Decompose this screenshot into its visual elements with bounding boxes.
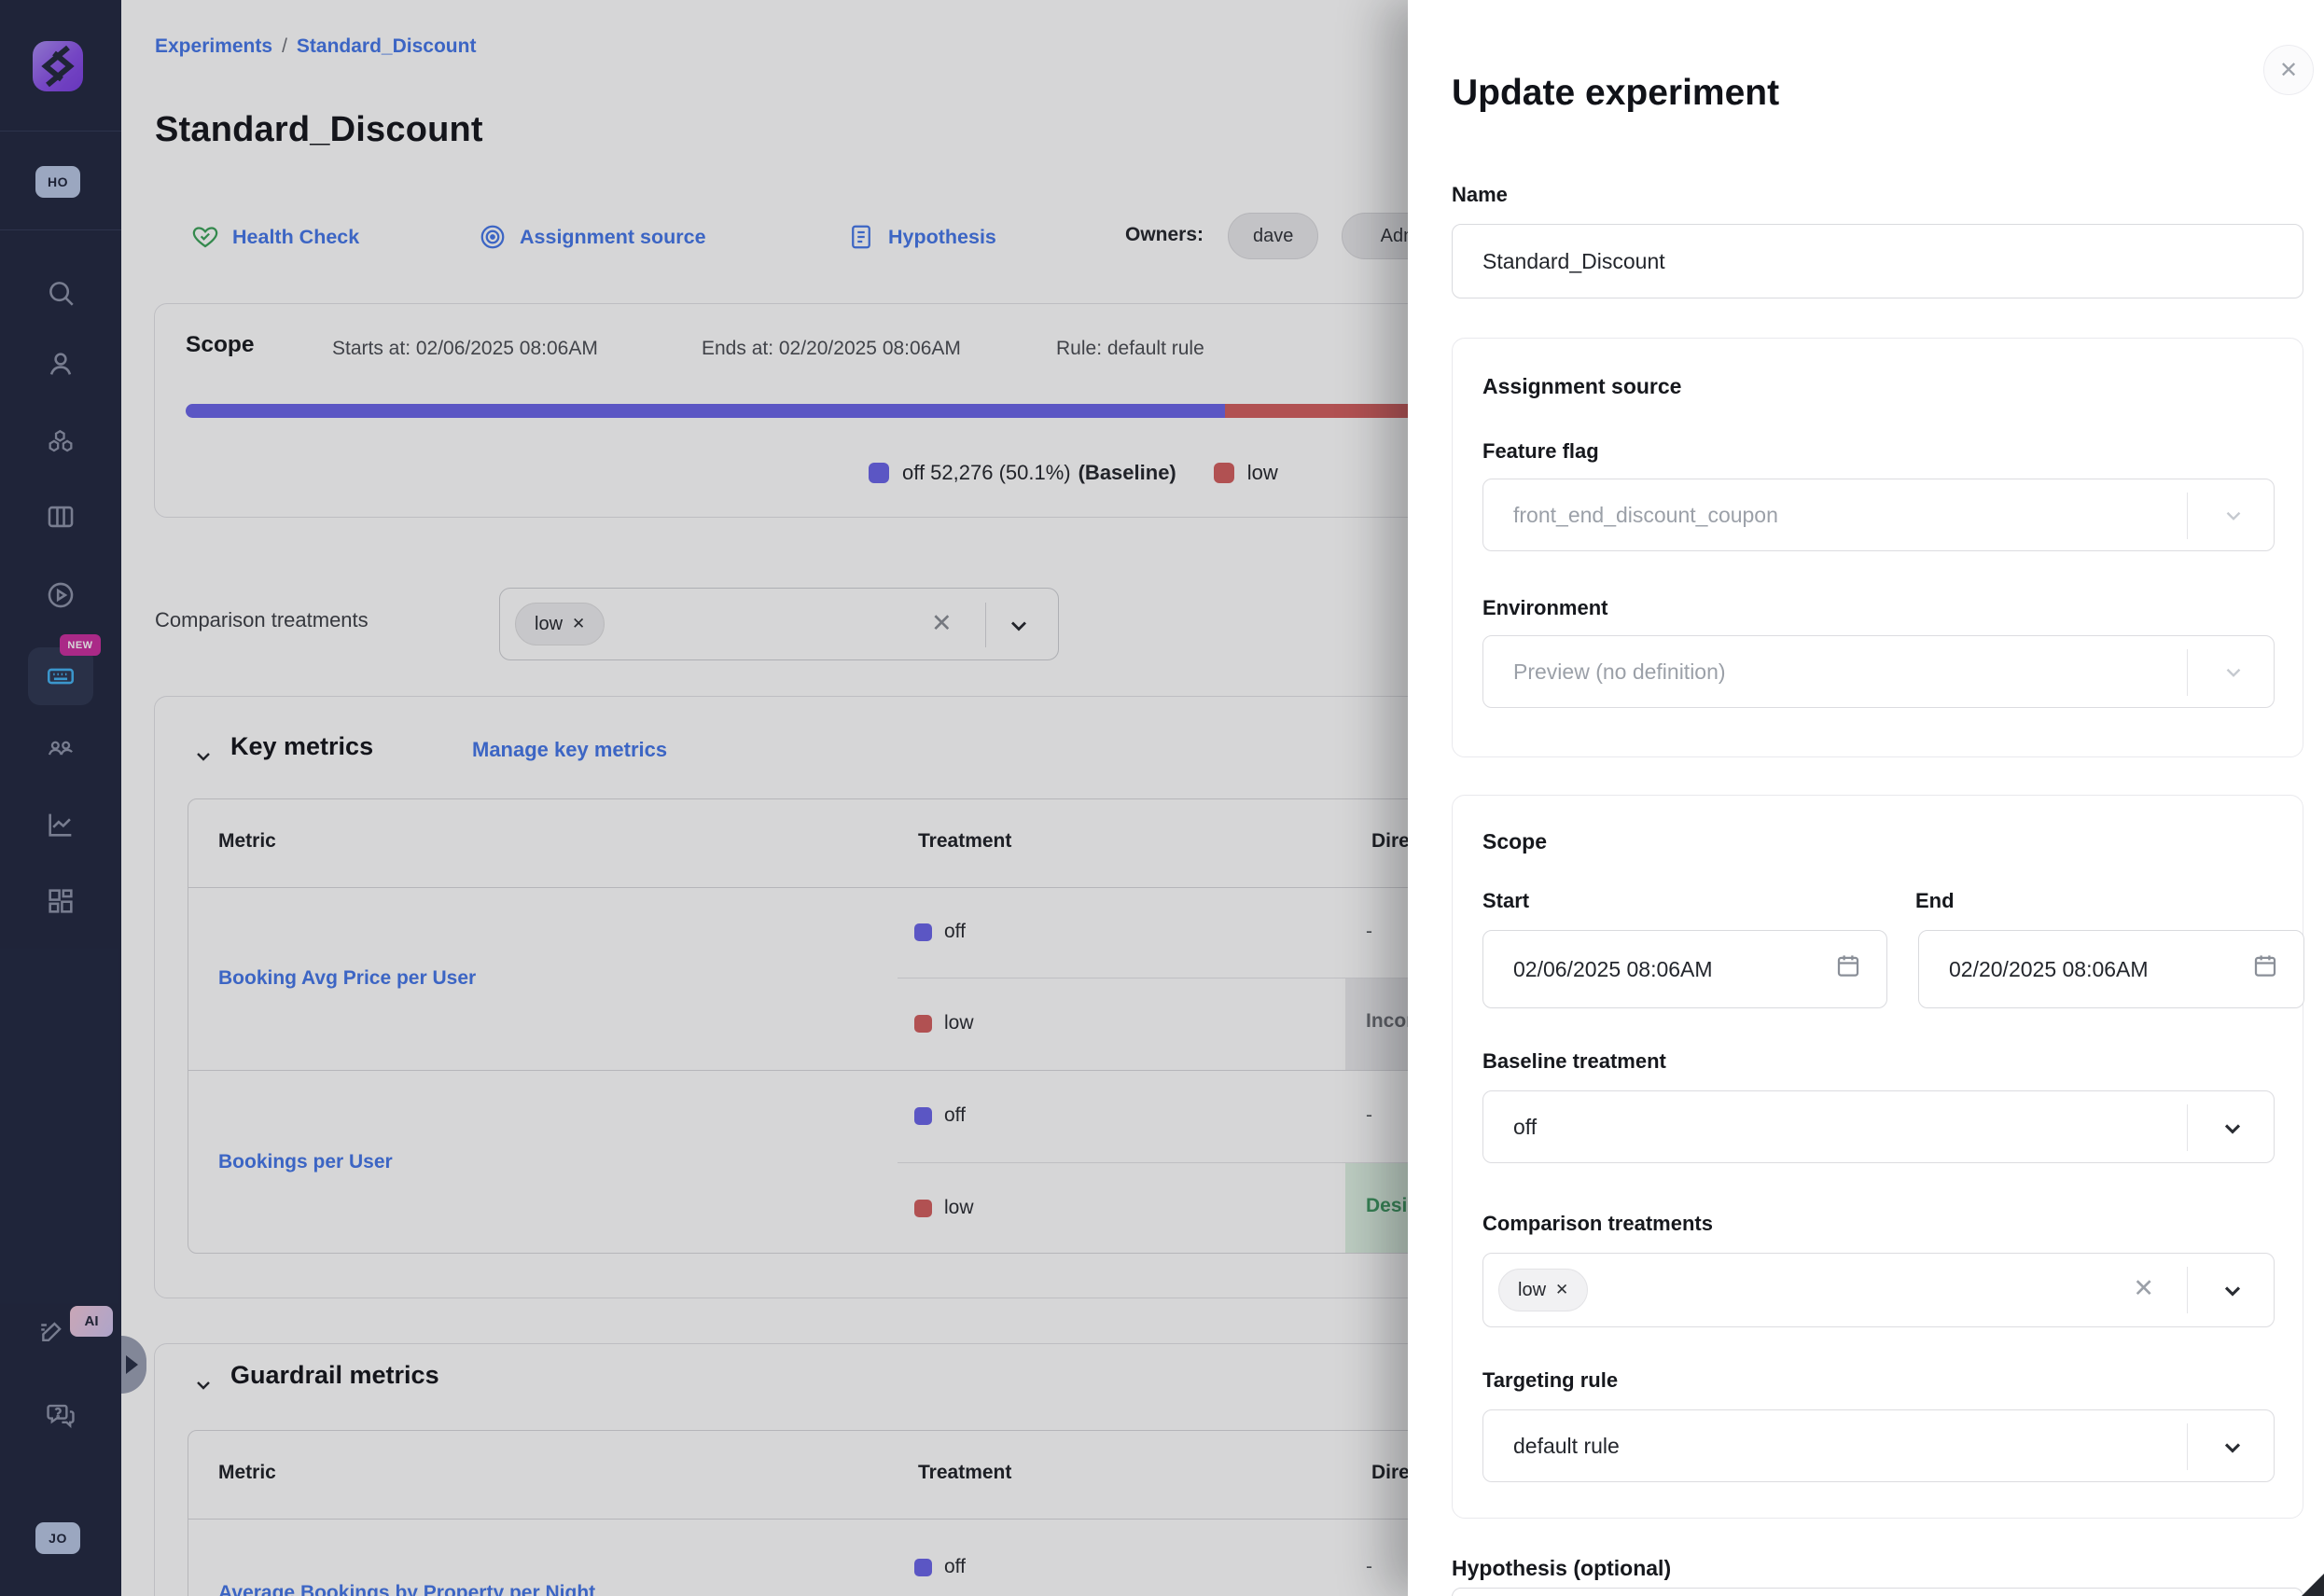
chevron-down-icon — [2221, 504, 2246, 528]
chevron-down-icon[interactable] — [2220, 1435, 2246, 1461]
chevron-down-icon[interactable] — [2220, 1116, 2246, 1142]
end-date-input[interactable]: 02/20/2025 08:06AM — [1918, 930, 2304, 1008]
select-divider — [2187, 649, 2188, 696]
resize-grip-icon[interactable] — [2302, 1574, 2324, 1596]
start-label: Start — [1482, 889, 1529, 913]
end-label: End — [1915, 889, 1955, 913]
feature-flag-value: front_end_discount_coupon — [1513, 479, 1778, 550]
hypothesis-optional-label: Hypothesis (optional) — [1452, 1556, 1671, 1581]
calendar-icon[interactable] — [1834, 951, 1862, 979]
targeting-rule-label: Targeting rule — [1482, 1368, 1618, 1393]
select-divider — [2187, 1104, 2188, 1151]
assignment-source-card: Assignment source Feature flag front_end… — [1452, 338, 2303, 757]
close-icon[interactable]: ✕ — [2263, 45, 2314, 95]
drawer-title: Update experiment — [1452, 73, 1779, 114]
name-input-value: Standard_Discount — [1482, 249, 1665, 274]
targeting-rule-select[interactable]: default rule — [1482, 1409, 2275, 1482]
chip-remove-icon[interactable]: ✕ — [1555, 1281, 1568, 1299]
drawer-comparison-chip-low[interactable]: low ✕ — [1498, 1269, 1588, 1311]
drawer-scope-card: Scope Start End 02/06/2025 08:06AM 02/20… — [1452, 795, 2303, 1519]
baseline-treatment-select[interactable]: off — [1482, 1090, 2275, 1163]
feature-flag-select: front_end_discount_coupon — [1482, 479, 2275, 551]
hypothesis-textarea[interactable] — [1452, 1588, 2303, 1596]
calendar-icon[interactable] — [2251, 951, 2279, 979]
feature-flag-label: Feature flag — [1482, 439, 1599, 464]
update-experiment-drawer: ✕ Update experiment Name Standard_Discou… — [1408, 0, 2324, 1596]
select-divider — [2187, 1267, 2188, 1313]
environment-label: Environment — [1482, 596, 1607, 620]
end-date-value: 02/20/2025 08:06AM — [1949, 957, 2149, 982]
drawer-comparison-select[interactable]: low ✕ ✕ — [1482, 1253, 2275, 1327]
drawer-comparison-label: Comparison treatments — [1482, 1212, 1713, 1236]
targeting-rule-value: default rule — [1513, 1410, 1620, 1481]
assignment-source-title: Assignment source — [1482, 374, 1681, 399]
name-input[interactable]: Standard_Discount — [1452, 224, 2303, 298]
chevron-down-icon — [2221, 660, 2246, 685]
clear-selection-icon[interactable]: ✕ — [2133, 1274, 2154, 1303]
select-divider — [2187, 1423, 2188, 1470]
name-label: Name — [1452, 183, 1508, 207]
start-date-input[interactable]: 02/06/2025 08:06AM — [1482, 930, 1887, 1008]
chevron-down-icon[interactable] — [2220, 1278, 2246, 1304]
start-date-value: 02/06/2025 08:06AM — [1513, 957, 1713, 982]
environment-value: Preview (no definition) — [1513, 636, 1726, 707]
baseline-treatment-value: off — [1513, 1091, 1537, 1162]
select-divider — [2187, 493, 2188, 539]
environment-select: Preview (no definition) — [1482, 635, 2275, 708]
drawer-scope-title: Scope — [1482, 829, 1547, 854]
app-root: Experiments/Standard_Discount Standard_D… — [0, 0, 2324, 1596]
modal-dim-overlay[interactable] — [0, 0, 1408, 1596]
baseline-treatment-label: Baseline treatment — [1482, 1049, 1666, 1074]
drawer-comparison-chip-label: low — [1518, 1280, 1546, 1301]
